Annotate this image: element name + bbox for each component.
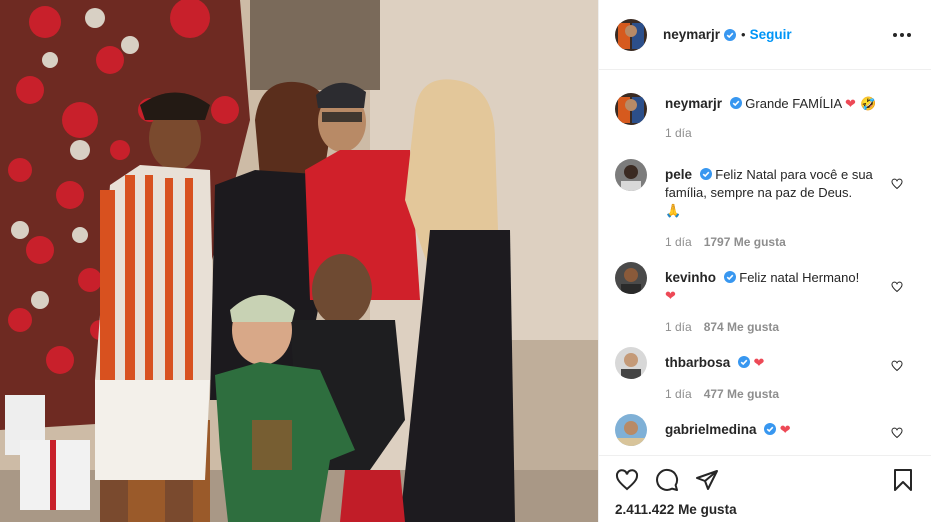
post-side-panel: neymarjr • Seguir neymarjr Grande FAMÍLI… — [598, 0, 931, 522]
comment-username[interactable]: gabrielmedina — [665, 422, 757, 437]
comment-item: thbarbosa ❤ 1 día 477 Me gusta — [599, 340, 931, 401]
bookmark-icon[interactable] — [891, 468, 915, 492]
author-avatar[interactable] — [615, 18, 647, 51]
heart-icon[interactable] — [615, 468, 639, 492]
verified-badge-icon — [699, 168, 712, 180]
comments-list[interactable]: neymarjr Grande FAMÍLIA ❤ 🤣 1 día pele F… — [599, 71, 931, 455]
comment-item: gabrielmedina ❤ — [599, 407, 931, 446]
commenter-avatar[interactable] — [615, 414, 647, 446]
like-comment-icon[interactable] — [891, 281, 903, 293]
caption: neymarjr Grande FAMÍLIA ❤ 🤣 1 día — [599, 87, 931, 146]
commenter-avatar[interactable] — [615, 159, 647, 191]
like-comment-icon[interactable] — [891, 360, 903, 372]
verified-badge-icon — [737, 356, 750, 368]
family-christmas-photo — [0, 0, 598, 522]
author-username[interactable]: neymarjr — [663, 27, 720, 42]
comment-item: kevinho Feliz natal Hermano! ❤ 1 día 874… — [599, 255, 931, 334]
comment-time[interactable]: 1 día — [665, 320, 692, 334]
post-actions: 2.411.422 Me gusta — [599, 455, 931, 517]
comment-item: pele Feliz Natal para você e sua família… — [599, 152, 931, 249]
like-comment-icon[interactable] — [891, 178, 903, 190]
comment-username[interactable]: thbarbosa — [665, 355, 730, 370]
comment-time[interactable]: 1 día — [665, 387, 692, 401]
comment-emoji: ❤ — [753, 356, 765, 371]
verified-badge-icon — [764, 423, 777, 435]
more-options-icon[interactable] — [889, 29, 915, 41]
post-photo[interactable] — [0, 0, 598, 522]
caption-time[interactable]: 1 día — [665, 126, 692, 140]
comment-emoji: ❤ — [779, 423, 791, 438]
commenter-avatar[interactable] — [615, 347, 647, 379]
follow-button[interactable]: Seguir — [750, 27, 792, 42]
header-separator: • — [741, 27, 746, 42]
comment-text: Feliz Natal para você e sua família, sem… — [665, 167, 873, 200]
comment-username[interactable]: pele — [665, 167, 692, 182]
verified-badge-icon — [723, 271, 736, 283]
post-header: neymarjr • Seguir — [599, 0, 931, 70]
comment-emoji: 🙏 — [665, 204, 682, 219]
caption-emoji: ❤ 🤣 — [845, 97, 877, 112]
comment-icon[interactable] — [655, 468, 679, 492]
likes-count[interactable]: 2.411.422 Me gusta — [615, 502, 915, 517]
comment-username[interactable]: kevinho — [665, 270, 716, 285]
comment-likes[interactable]: 874 Me gusta — [704, 320, 779, 334]
like-comment-icon[interactable] — [891, 427, 903, 439]
author-avatar[interactable] — [615, 93, 647, 125]
comment-likes[interactable]: 477 Me gusta — [704, 387, 779, 401]
commenter-avatar[interactable] — [615, 262, 647, 294]
comment-emoji: ❤ — [665, 289, 676, 304]
verified-badge-icon — [724, 28, 737, 41]
comment-time[interactable]: 1 día — [665, 235, 692, 249]
caption-text: Grande FAMÍLIA — [745, 96, 842, 111]
comment-text: Feliz natal Hermano! — [739, 270, 860, 285]
share-icon[interactable] — [695, 468, 719, 492]
caption-username[interactable]: neymarjr — [665, 96, 722, 111]
verified-badge-icon — [729, 97, 742, 109]
comment-likes[interactable]: 1797 Me gusta — [704, 235, 786, 249]
